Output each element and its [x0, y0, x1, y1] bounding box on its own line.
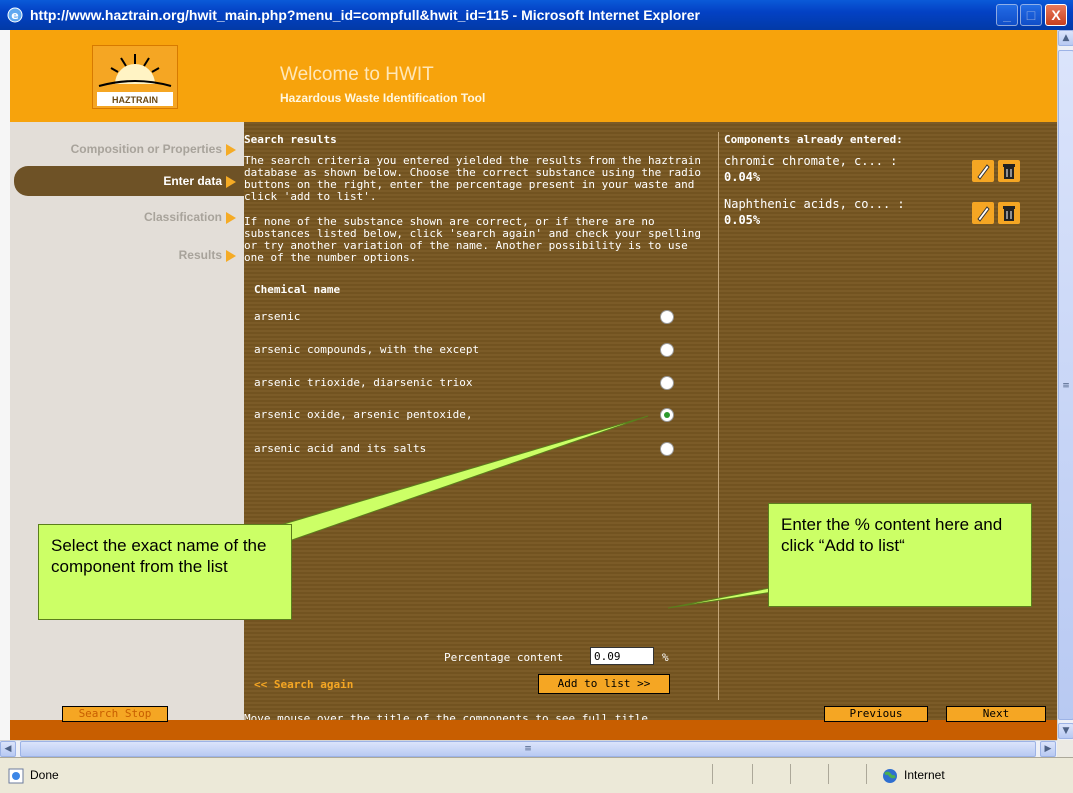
vertical-scrollbar[interactable]: ▲ ▼ ≡	[1057, 30, 1073, 740]
status-divider	[712, 764, 713, 784]
status-bar: Done Internet	[0, 757, 1073, 793]
scroll-right-icon[interactable]: ▶	[1040, 741, 1056, 757]
vertical-scroll-thumb[interactable]: ≡	[1058, 50, 1073, 720]
scrollbar-corner	[1057, 740, 1073, 757]
globe-icon	[883, 769, 897, 783]
page-done-icon	[8, 768, 24, 784]
scroll-up-icon[interactable]: ▲	[1058, 30, 1073, 46]
status-divider	[828, 764, 829, 784]
callout-enter-percentage: Enter the % content here and click “Add …	[768, 503, 1032, 607]
horizontal-scrollbar[interactable]: ◀ ≡ ▶	[0, 740, 1057, 757]
status-divider	[752, 764, 753, 784]
scroll-down-icon[interactable]: ▼	[1058, 723, 1073, 739]
left-callout-pointer	[229, 415, 649, 541]
status-text: Done	[30, 768, 59, 782]
horizontal-scroll-thumb[interactable]: ≡	[20, 741, 1036, 757]
status-divider	[866, 764, 867, 784]
status-divider	[790, 764, 791, 784]
callout-pointers	[229, 415, 813, 609]
zone-text: Internet	[904, 768, 945, 782]
callout-select-name: Select the exact name of the component f…	[38, 524, 292, 620]
scroll-left-icon[interactable]: ◀	[0, 741, 16, 757]
